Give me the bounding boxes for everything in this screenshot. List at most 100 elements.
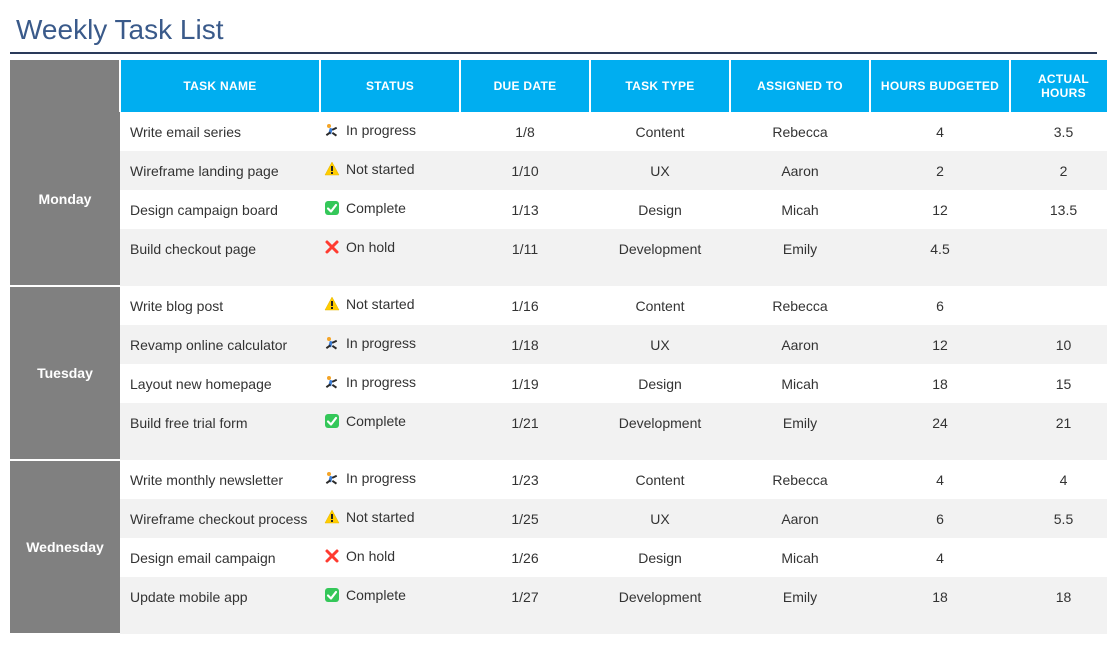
task-name-cell: Layout new homepage: [120, 364, 320, 403]
spacer-row: [10, 616, 1107, 634]
status-cell: In progress: [320, 460, 460, 499]
task-name-cell: Wireframe landing page: [120, 151, 320, 190]
assigned-cell: Rebecca: [730, 112, 870, 151]
status-cell: Not started: [320, 499, 460, 538]
actual-hours-cell: [1010, 286, 1107, 325]
status-cell: On hold: [320, 538, 460, 577]
spacer-row: [10, 268, 1107, 286]
table-row: Build free trial formComplete1/21Develop…: [10, 403, 1107, 442]
actual-hours-cell: 2: [1010, 151, 1107, 190]
status-label: Complete: [346, 413, 406, 429]
table-row: Wireframe landing pageNot started1/10UXA…: [10, 151, 1107, 190]
task-table: TASK NAME STATUS DUE DATE TASK TYPE ASSI…: [10, 60, 1107, 635]
table-row: Design email campaignOn hold1/26DesignMi…: [10, 538, 1107, 577]
assigned-cell: Aaron: [730, 151, 870, 190]
hours-budgeted-cell: 2: [870, 151, 1010, 190]
status-cell: Not started: [320, 151, 460, 190]
actual-hours-cell: [1010, 538, 1107, 577]
actual-hours-cell: 10: [1010, 325, 1107, 364]
assigned-cell: Rebecca: [730, 460, 870, 499]
hours-budgeted-cell: 4: [870, 538, 1010, 577]
table-row: Update mobile appComplete1/27Development…: [10, 577, 1107, 616]
due-date-cell: 1/11: [460, 229, 590, 268]
status-cell: Not started: [320, 286, 460, 325]
task-name-cell: Build free trial form: [120, 403, 320, 442]
header-task-name: TASK NAME: [120, 60, 320, 112]
task-type-cell: Design: [590, 364, 730, 403]
check-icon: [324, 413, 340, 429]
task-type-cell: Design: [590, 190, 730, 229]
task-name-cell: Write blog post: [120, 286, 320, 325]
status-label: Complete: [346, 200, 406, 216]
running-icon: [324, 374, 340, 390]
hours-budgeted-cell: 6: [870, 499, 1010, 538]
header-assigned-to: ASSIGNED TO: [730, 60, 870, 112]
assigned-cell: Emily: [730, 229, 870, 268]
day-header: Wednesday: [10, 460, 120, 634]
warning-icon: [324, 509, 340, 525]
table-row: Wireframe checkout processNot started1/2…: [10, 499, 1107, 538]
hours-budgeted-cell: 4: [870, 460, 1010, 499]
table-row: Layout new homepageIn progress1/19Design…: [10, 364, 1107, 403]
status-label: In progress: [346, 374, 416, 390]
due-date-cell: 1/18: [460, 325, 590, 364]
task-name-cell: Design campaign board: [120, 190, 320, 229]
page-title: Weekly Task List: [10, 10, 1097, 54]
status-label: In progress: [346, 335, 416, 351]
day-header: Tuesday: [10, 286, 120, 460]
due-date-cell: 1/26: [460, 538, 590, 577]
cross-icon: [324, 239, 340, 255]
header-status: STATUS: [320, 60, 460, 112]
status-label: Not started: [346, 296, 414, 312]
table-row: TuesdayWrite blog postNot started1/16Con…: [10, 286, 1107, 325]
table-row: Design campaign board Complete 1/13DesignM…: [10, 190, 1107, 229]
day-header: Monday: [10, 112, 120, 286]
task-name-cell: Revamp online calculator: [120, 325, 320, 364]
task-type-cell: Content: [590, 286, 730, 325]
task-name-cell: Update mobile app: [120, 577, 320, 616]
task-type-cell: Design: [590, 538, 730, 577]
table-row: WednesdayWrite monthly newsletterIn prog…: [10, 460, 1107, 499]
hours-budgeted-cell: 24: [870, 403, 1010, 442]
hours-budgeted-cell: 6: [870, 286, 1010, 325]
header-corner: [10, 60, 120, 112]
hours-budgeted-cell: 18: [870, 364, 1010, 403]
hours-budgeted-cell: 12: [870, 190, 1010, 229]
status-label: In progress: [346, 470, 416, 486]
status-label: Not started: [346, 509, 414, 525]
status-label: Not started: [346, 161, 414, 177]
actual-hours-cell: 15: [1010, 364, 1107, 403]
hours-budgeted-cell: 4.5: [870, 229, 1010, 268]
due-date-cell: 1/27: [460, 577, 590, 616]
header-actual-hours: ACTUAL HOURS: [1010, 60, 1107, 112]
warning-icon: [324, 296, 340, 312]
task-type-cell: Development: [590, 403, 730, 442]
actual-hours-cell: 21: [1010, 403, 1107, 442]
hours-budgeted-cell: 4: [870, 112, 1010, 151]
task-name-cell: Build checkout page: [120, 229, 320, 268]
status-label: In progress: [346, 122, 416, 138]
header-due-date: DUE DATE: [460, 60, 590, 112]
task-name-cell: Wireframe checkout process: [120, 499, 320, 538]
actual-hours-cell: 4: [1010, 460, 1107, 499]
check-icon: [324, 200, 340, 216]
task-type-cell: Content: [590, 460, 730, 499]
status-label: Complete: [346, 587, 406, 603]
status-cell: On hold: [320, 229, 460, 268]
running-icon: [324, 335, 340, 351]
table-row: Revamp online calculatorIn progress1/18U…: [10, 325, 1107, 364]
assigned-cell: Micah: [730, 190, 870, 229]
due-date-cell: 1/8: [460, 112, 590, 151]
spacer-row: [10, 442, 1107, 460]
task-type-cell: UX: [590, 151, 730, 190]
due-date-cell: 1/13: [460, 190, 590, 229]
assigned-cell: Emily: [730, 577, 870, 616]
task-name-cell: Write email series: [120, 112, 320, 151]
actual-hours-cell: 5.5: [1010, 499, 1107, 538]
status-cell: In progress: [320, 325, 460, 364]
assigned-cell: Micah: [730, 538, 870, 577]
status-label: On hold: [346, 239, 395, 255]
header-hours-budgeted: HOURS BUDGETED: [870, 60, 1010, 112]
task-name-cell: Write monthly newsletter: [120, 460, 320, 499]
status-cell: Complete: [320, 190, 460, 229]
